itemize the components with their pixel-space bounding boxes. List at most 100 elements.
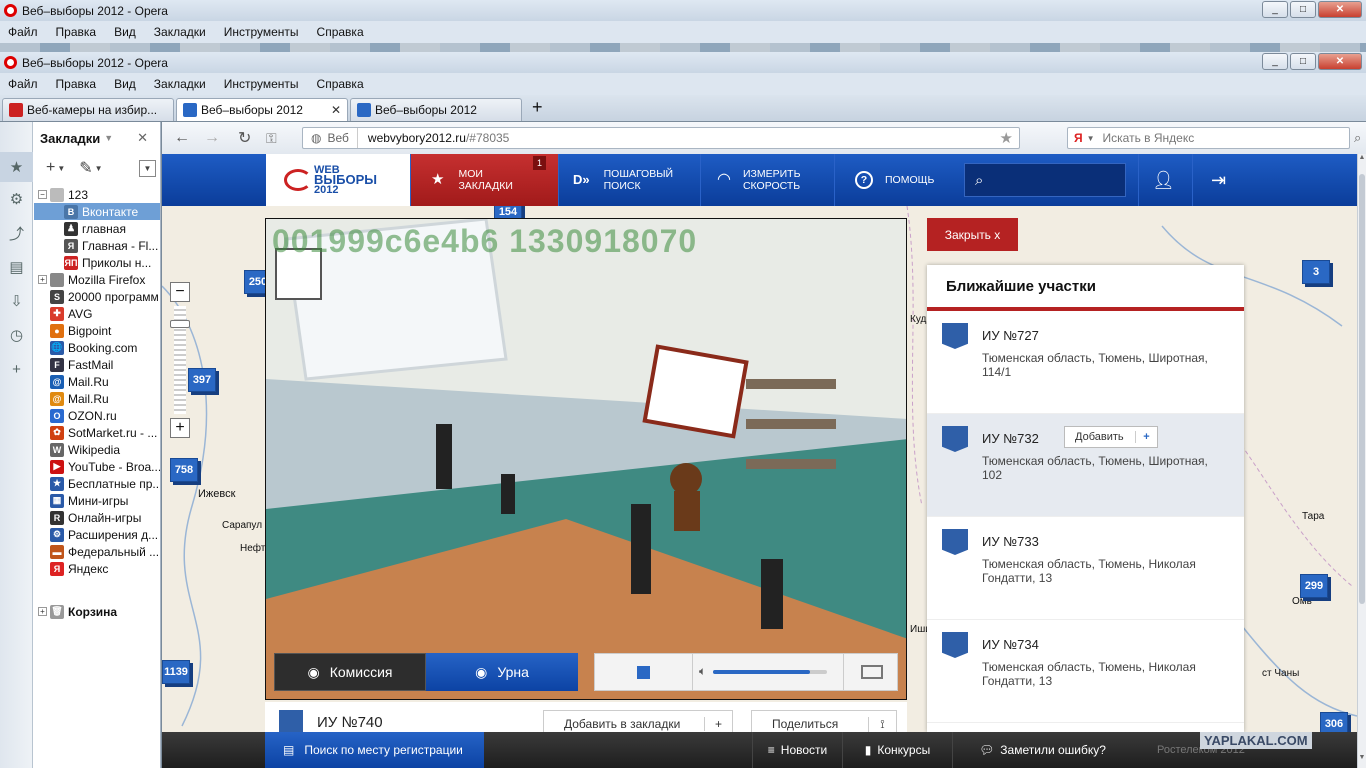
chevron-down-icon[interactable]: ▼ [1087, 134, 1095, 143]
bookmark-item[interactable]: ✚ AVG [34, 305, 160, 322]
bookmark-item[interactable]: ★ Бесплатные пр... [34, 475, 160, 492]
add-bookmark-button[interactable]: Добавить в закладки + [543, 710, 733, 732]
contests-link[interactable]: ▮ Конкурсы [842, 732, 952, 768]
map-cluster-badge[interactable]: 299 [1300, 574, 1328, 598]
bookmark-item[interactable]: ● Bigpoint [34, 322, 160, 339]
menu-item[interactable]: Справка [317, 25, 364, 39]
settings-panel-icon[interactable]: ⚙ [0, 182, 33, 216]
bookmark-item[interactable]: ⚙ Расширения д... [34, 526, 160, 543]
zoom-slider[interactable] [170, 306, 190, 414]
news-link[interactable]: ≡ Новости [752, 732, 842, 768]
scroll-down-icon[interactable]: ▼ [1358, 754, 1366, 768]
urna-button[interactable]: ◉ Урна [426, 653, 578, 691]
downloads-panel-icon[interactable]: ⇩ [0, 284, 33, 318]
add-bookmark-icon[interactable]: + [46, 159, 55, 177]
menu-item[interactable]: Закладки [154, 77, 206, 91]
bookmarks-panel-icon[interactable]: ★ [0, 152, 33, 182]
collapse-icon[interactable]: − [38, 190, 47, 199]
bookmark-item[interactable]: ЯП Приколы н... [34, 254, 160, 271]
bookmark-item[interactable]: 🌐 Booking.com [34, 339, 160, 356]
expand-icon[interactable]: + [38, 275, 47, 284]
nearest-plot-item[interactable]: ИУ №734 Тюменская область, Тюмень, Никола… [927, 620, 1244, 723]
close-button[interactable]: ✕ [1318, 53, 1362, 70]
back-icon[interactable]: ← [174, 129, 190, 147]
nav-measure-speed[interactable]: ◠ ИЗМЕРИТЬ СКОРОСТЬ [700, 154, 834, 206]
bookmark-item[interactable]: W Wikipedia [34, 441, 160, 458]
zoom-in-button[interactable]: + [170, 418, 190, 438]
menu-item[interactable]: Файл [8, 25, 38, 39]
bookmark-item[interactable]: ♟ главная [34, 220, 160, 237]
add-plot-button[interactable]: Добавить + [1064, 426, 1158, 448]
nearest-plot-item[interactable]: ИУ №727 Тюменская область, Тюмень, Широтн… [927, 311, 1244, 414]
user-button[interactable]: 👤︎ [1138, 154, 1188, 206]
site-logo[interactable]: WEB ВЫБОРЫ 2012 [266, 154, 410, 206]
chevron-down-icon[interactable]: ▼ [57, 164, 65, 173]
map-cluster-badge[interactable]: 306 [1320, 712, 1348, 732]
map-cluster-badge[interactable]: 397 [188, 368, 216, 392]
bookmark-folder[interactable]: − 123 [34, 186, 160, 203]
forward-icon[interactable]: → [204, 129, 220, 147]
search-field[interactable]: Я ▼ Искать в Яндекс [1067, 127, 1350, 149]
key-icon[interactable]: ⚿ [266, 130, 277, 147]
view-menu-button[interactable]: ▼ [139, 159, 156, 177]
close-tab-icon[interactable]: ✕ [325, 103, 341, 117]
nav-step-search[interactable]: D» ПОШАГОВЫЙ ПОИСК [558, 154, 700, 206]
map-cluster-badge[interactable]: 1139 [162, 660, 190, 684]
bookmark-item[interactable]: Я Главная - Fl... [34, 237, 160, 254]
menu-item[interactable]: Инструменты [224, 25, 299, 39]
notes-panel-icon[interactable]: ▤ [0, 250, 33, 284]
menu-item[interactable]: Правка [56, 77, 97, 91]
minimize-button[interactable]: _ [1262, 1, 1288, 18]
share-panel-icon[interactable]: ⤴ [0, 216, 33, 250]
address-field[interactable]: ◍ Веб webvybory2012.ru/#78035 ★ [302, 127, 1020, 149]
logout-button[interactable]: ⇥ [1192, 154, 1244, 206]
security-badge[interactable]: ◍ Веб [303, 128, 358, 148]
scroll-up-icon[interactable]: ▲ [1358, 154, 1366, 168]
share-button[interactable]: Поделиться ⟟ [751, 710, 897, 732]
bookmark-item[interactable]: ▦ Мини-игры [34, 492, 160, 509]
map-cluster-badge[interactable]: 3 [1302, 260, 1330, 284]
search-by-registration-button[interactable]: ▤ Поиск по месту регистрации [265, 732, 484, 768]
menu-item[interactable]: Вид [114, 77, 136, 91]
menu-item[interactable]: Вид [114, 25, 136, 39]
add-panel-icon[interactable]: + [0, 352, 33, 386]
bookmark-item[interactable]: @ Mail.Ru [34, 390, 160, 407]
bookmark-item[interactable]: O OZON.ru [34, 407, 160, 424]
map-cluster-badge[interactable]: 758 [170, 458, 198, 482]
bookmark-star-icon[interactable]: ★ [1000, 129, 1013, 147]
menu-item[interactable]: Файл [8, 77, 38, 91]
bookmark-folder[interactable]: + Mozilla Firefox [34, 271, 160, 288]
bookmark-item[interactable]: @ Mail.Ru [34, 373, 160, 390]
bookmark-item[interactable]: R Онлайн-игры [34, 509, 160, 526]
video-player[interactable]: 001999c6e4b6 1330918070 ◉ Комиссия ◉ Урна … [265, 218, 907, 700]
tab-webvybory-active[interactable]: Веб–выборы 2012 ✕ [176, 98, 348, 121]
menu-item[interactable]: Закладки [154, 25, 206, 39]
nearest-plot-item[interactable]: ИУ №732 Тюменская область, Тюмень, Широтн… [927, 414, 1244, 517]
chevron-down-icon[interactable]: ▼ [95, 164, 103, 173]
menu-item[interactable]: Справка [317, 77, 364, 91]
minimize-button[interactable]: _ [1262, 53, 1288, 70]
tab-webvybory[interactable]: Веб–выборы 2012 [350, 98, 522, 121]
new-tab-button[interactable]: + [524, 97, 551, 121]
bookmark-item[interactable]: S 20000 программ [34, 288, 160, 305]
speaker-icon[interactable]: 🔈︎ [699, 664, 706, 679]
wrench-icon[interactable]: ✎ [79, 158, 92, 178]
zoom-handle[interactable] [170, 320, 190, 328]
bookmark-item[interactable]: F FastMail [34, 356, 160, 373]
close-panel-icon[interactable]: ✕ [137, 130, 148, 146]
reload-icon[interactable]: ↻ [238, 128, 251, 148]
stop-button[interactable] [595, 654, 693, 690]
volume-slider[interactable] [713, 670, 827, 674]
bookmark-item[interactable]: ▶ YouTube - Broa... [34, 458, 160, 475]
site-search-input[interactable]: ⌕ [964, 163, 1126, 197]
bookmark-item[interactable]: Я Яндекс [34, 560, 160, 577]
history-panel-icon[interactable]: ◷ [0, 318, 33, 352]
nearest-plot-item[interactable]: ИУ №733 Тюменская область, Тюмень, Никола… [927, 517, 1244, 620]
menu-item[interactable]: Инструменты [224, 77, 299, 91]
commission-button[interactable]: ◉ Комиссия [274, 653, 426, 691]
chevron-down-icon[interactable]: ▼ [104, 133, 113, 143]
report-error-link[interactable]: 💬︎ Заметили ошибку? [952, 732, 1132, 768]
page-scrollbar[interactable]: ▲ ▼ [1357, 154, 1366, 768]
nav-my-bookmarks[interactable]: ★ МОИ ЗАКЛАДКИ 1 [410, 154, 558, 206]
menu-item[interactable]: Правка [56, 25, 97, 39]
